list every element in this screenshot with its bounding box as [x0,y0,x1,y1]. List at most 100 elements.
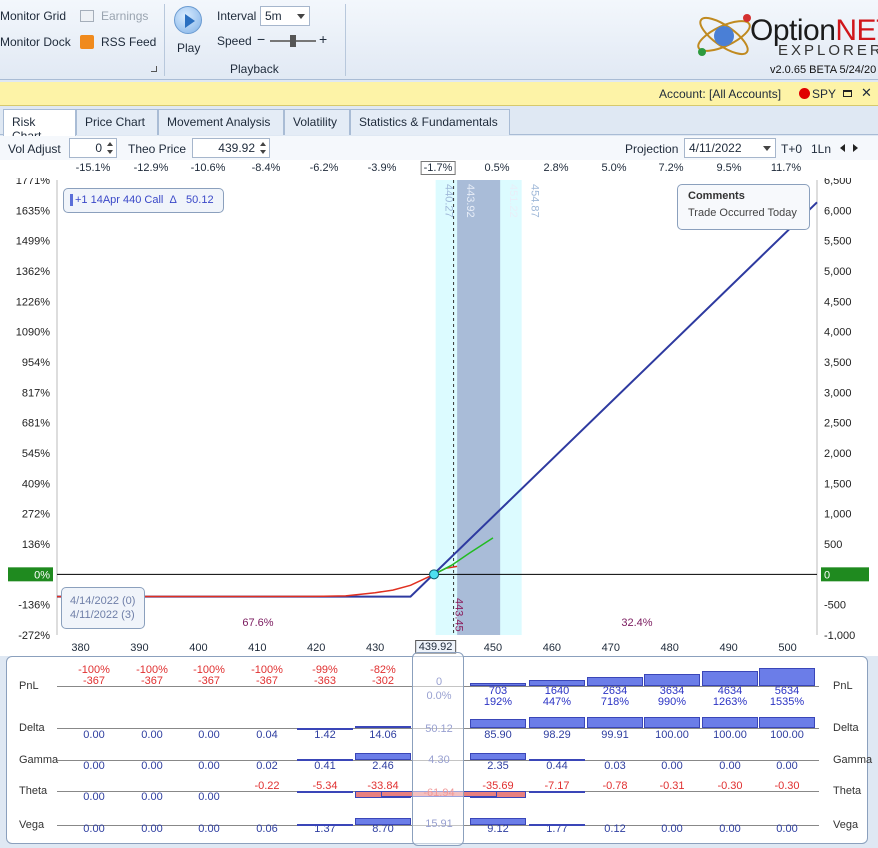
legend-swatch [70,194,73,207]
greek-bar [297,791,353,793]
percent-change-axis: -15.1% -12.9% -10.6% -8.4% -6.2% -3.9% -1.7% 0.… [0,160,878,178]
vega-value: 0.00 [198,823,220,835]
pct-tick-label: -6.2% [309,162,339,174]
spin-up-icon[interactable] [260,142,266,146]
risk-chart-plot[interactable]: 440.27 443.92 451.22 454.87 443.45 1771% 1635%… [0,178,878,654]
date-expiry: 4/14/2022 (0) [70,595,136,607]
lines-label[interactable]: 1Ln [811,142,831,156]
right-axis-tick: 2,500 [824,418,852,430]
pnl-pct: 1263% [712,696,748,708]
speed-slider-thumb[interactable] [290,35,296,47]
account-label[interactable]: Account: [All Accounts] [659,87,781,101]
vol-adjust-input[interactable]: 0 [69,138,117,158]
tab-price-chart[interactable]: Price Chart [76,109,158,135]
position-legend[interactable]: +1 14Apr 440 Call Δ 50.12 [63,188,224,213]
ribbon-separator [345,4,346,76]
pnl-pct: -302 [371,675,395,687]
speed-plus-button[interactable]: + [319,31,327,47]
delta-value: 14.06 [369,729,397,741]
date-projection: 4/11/2022 (3) [70,609,135,621]
left-axis-tick: 681% [22,418,50,430]
tab-volatility[interactable]: Volatility [284,109,350,135]
right-axis-tick: 0 [824,569,830,581]
vega-value: 0.00 [776,823,798,835]
interval-select[interactable]: 5m [260,6,310,26]
greek-bar [529,717,585,728]
left-axis-tick: -136% [18,600,50,612]
maximize-icon[interactable] [843,90,852,97]
close-icon[interactable]: ✕ [861,85,872,101]
vega-value: 0.00 [661,823,683,835]
arrow-left-icon[interactable] [840,144,845,152]
group-expand-icon[interactable] [151,66,157,72]
status-dot-icon [799,88,810,99]
pct-tick-label: -3.9% [367,162,397,174]
left-axis-tick: 0% [34,569,50,581]
price-tick-label: 490 [719,642,738,654]
risk-chart[interactable]: 440.27 443.92 451.22 454.87 443.45 1771% 1635%… [0,178,878,654]
breakeven-label: 443.45 [453,598,465,632]
ribbon-separator [164,4,165,76]
pct-tick-label: -12.9% [133,162,169,174]
theta-value: -0.30 [717,780,743,792]
pnl-pct: 990% [657,696,687,708]
greek-label-right-theta: Theta [833,785,862,797]
greek-label-right-vega: Vega [833,819,859,831]
delta-value: 1.42 [314,729,336,741]
interval-label: Interval [217,9,257,23]
pct-tick-label: 9.5% [716,162,742,174]
gamma-value: 0.00 [83,760,105,772]
account-bar: Account: [All Accounts] SPY ✕ [0,82,878,106]
right-axis-tick: 2,000 [824,448,852,460]
greek-label-vega: Vega [19,819,45,831]
tab-statistics-fundamentals[interactable]: Statistics & Fundamentals [350,109,510,135]
theo-price-input[interactable]: 439.92 [192,138,270,158]
delta-value: 85.90 [484,729,512,741]
price-tick-label: 400 [189,642,208,654]
spin-down-icon[interactable] [260,150,266,154]
spin-up-icon[interactable] [107,142,113,146]
monitor-grid-button[interactable]: Monitor Grid [0,9,66,23]
greek-bar [529,823,585,826]
std-dev-label: 443.92 [464,184,476,218]
std-dev-label: 440.27 [443,184,455,218]
gamma-value: 0.00 [776,760,798,772]
play-label: Play [177,41,201,55]
greek-bar [355,818,411,825]
t-plus-label[interactable]: T+0 [781,142,802,156]
projection-date-select[interactable]: 4/11/2022 [684,138,776,158]
comments-title: Comments [688,190,745,202]
price-tick-label: 470 [601,642,620,654]
left-axis-tick: 954% [22,357,50,369]
tab-bar: Risk Chart Price Chart Movement Analysis… [0,107,878,143]
greek-bar [470,683,526,686]
prob-above-label: 32.4% [621,617,652,629]
left-axis-tick: 1499% [16,236,50,248]
speed-minus-button[interactable]: − [257,31,265,47]
price-tick-label: 460 [542,642,562,654]
right-axis-tick: 3,500 [824,357,852,369]
greek-label-gamma: Gamma [19,754,59,766]
gamma-value: 2.35 [487,760,509,772]
spin-down-icon[interactable] [107,150,113,154]
tab-movement-analysis[interactable]: Movement Analysis [158,109,284,135]
symbol-label[interactable]: SPY [812,87,836,101]
play-button[interactable] [174,6,202,34]
rss-feed-button[interactable]: RSS Feed [80,35,156,49]
arrow-right-icon[interactable] [853,144,858,152]
vega-value: 0.12 [604,823,626,835]
greek-bar [529,791,585,793]
pct-tick-label: 5.0% [601,162,627,174]
earnings-button[interactable]: Earnings [80,9,148,23]
delta-value: 0.04 [256,729,278,741]
speed-slider[interactable] [270,35,316,47]
pnl-pct: -363 [313,675,337,687]
greek-label-right-pnl: PnL [833,680,853,692]
right-axis-tick: 1,000 [824,509,852,521]
pct-tick-label: 2.8% [543,162,569,174]
right-axis-tick: 1,500 [824,478,852,490]
projection-label: Projection [625,142,679,156]
tab-risk-chart[interactable]: Risk Chart [3,109,76,143]
comments-text: Trade Occurred Today [688,207,797,219]
monitor-dock-button[interactable]: Monitor Dock [0,35,71,49]
